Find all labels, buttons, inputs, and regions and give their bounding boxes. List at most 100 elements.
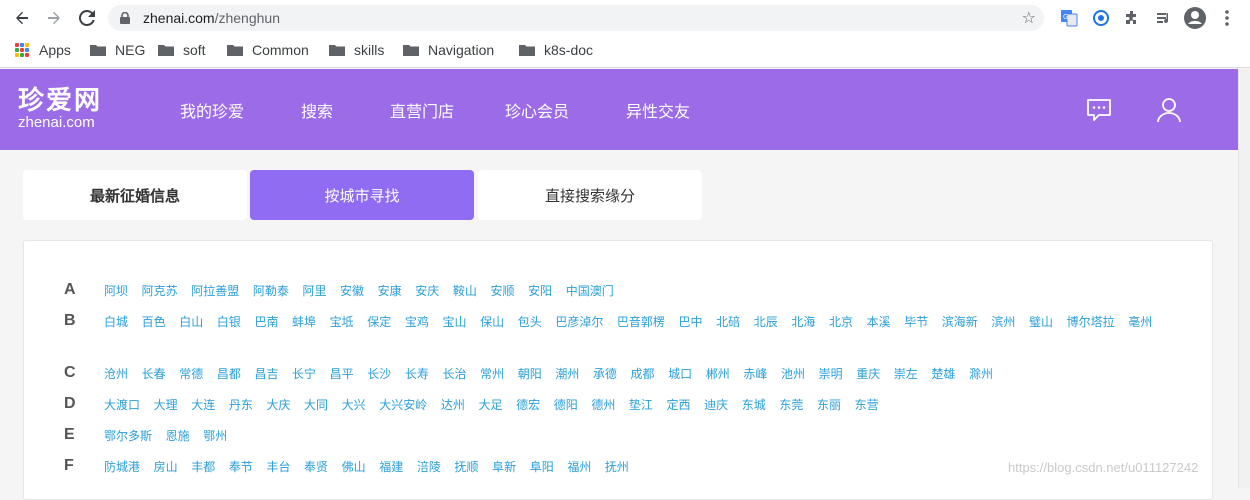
city-link[interactable]: 北碚	[716, 312, 740, 333]
city-link[interactable]: 丰都	[191, 457, 215, 478]
city-link[interactable]: 保定	[367, 312, 391, 333]
translate-extension-icon[interactable]: G	[1058, 7, 1080, 29]
nav-dating[interactable]: 异性交友	[626, 98, 690, 122]
city-link[interactable]: 长治	[442, 364, 466, 385]
city-link[interactable]: 大足	[478, 395, 502, 416]
city-link[interactable]: 安康	[378, 281, 402, 302]
city-link[interactable]: 阿里	[302, 281, 326, 302]
city-link[interactable]: 长沙	[367, 364, 391, 385]
city-link[interactable]: 北京	[829, 312, 853, 333]
city-link[interactable]: 阿拉善盟	[191, 281, 239, 302]
city-link[interactable]: 奉节	[229, 457, 253, 478]
city-link[interactable]: 鞍山	[453, 281, 477, 302]
city-link[interactable]: 北辰	[754, 312, 778, 333]
city-link[interactable]: 赤峰	[743, 364, 767, 385]
bookmark-k8s-doc[interactable]: k8s-doc	[519, 42, 593, 58]
city-link[interactable]: 东莞	[779, 395, 803, 416]
media-queue-icon[interactable]	[1153, 7, 1175, 29]
reload-button[interactable]	[75, 6, 99, 30]
page-scrollbar[interactable]	[1238, 69, 1250, 488]
city-link[interactable]: 大兴	[342, 395, 366, 416]
bookmark-navigation[interactable]: Navigation	[403, 42, 494, 58]
city-link[interactable]: 安庆	[415, 281, 439, 302]
bookmark-neg[interactable]: NEG	[90, 42, 145, 58]
city-link[interactable]: 大同	[304, 395, 328, 416]
city-link[interactable]: 白城	[104, 312, 128, 333]
tab-direct-search[interactable]: 直接搜索缘分	[478, 170, 702, 220]
city-link[interactable]: 安顺	[490, 281, 514, 302]
address-bar[interactable]: zhenai.com/zhenghun ☆	[108, 5, 1044, 31]
city-link[interactable]: 垫江	[629, 395, 653, 416]
city-link[interactable]: 安阳	[528, 281, 552, 302]
city-link[interactable]: 大连	[191, 395, 215, 416]
city-link[interactable]: 达州	[441, 395, 465, 416]
bookmark-skills[interactable]: skills	[329, 42, 384, 58]
back-button[interactable]	[10, 6, 34, 30]
city-link[interactable]: 宝鸡	[405, 312, 429, 333]
city-link[interactable]: 中国澳门	[566, 281, 614, 302]
city-link[interactable]: 长寿	[405, 364, 429, 385]
city-link[interactable]: 白银	[217, 312, 241, 333]
city-link[interactable]: 宝坻	[330, 312, 354, 333]
city-link[interactable]: 城口	[668, 364, 692, 385]
city-link[interactable]: 本溪	[867, 312, 891, 333]
city-link[interactable]: 恩施	[166, 426, 190, 447]
city-link[interactable]: 巴南	[254, 312, 278, 333]
city-link[interactable]: 昌吉	[254, 364, 278, 385]
city-link[interactable]: 池州	[781, 364, 805, 385]
city-link[interactable]: 崇左	[894, 364, 918, 385]
bookmark-star-icon[interactable]: ☆	[1022, 8, 1036, 27]
city-link[interactable]: 朝阳	[518, 364, 542, 385]
message-icon[interactable]	[1085, 96, 1113, 124]
city-link[interactable]: 巴音郭楞	[617, 312, 665, 333]
city-link[interactable]: 楚雄	[931, 364, 955, 385]
city-link[interactable]: 博尔塔拉	[1067, 312, 1115, 333]
city-link[interactable]: 大兴安岭	[379, 395, 427, 416]
city-link[interactable]: 滁州	[969, 364, 993, 385]
extension-icon[interactable]	[1090, 7, 1112, 29]
city-link[interactable]: 德宏	[516, 395, 540, 416]
city-link[interactable]: 防城港	[104, 457, 140, 478]
city-link[interactable]: 蚌埠	[292, 312, 316, 333]
city-link[interactable]: 巴彦淖尔	[555, 312, 603, 333]
site-logo[interactable]: 珍爱网 zhenai.com	[18, 87, 102, 131]
city-link[interactable]: 德阳	[554, 395, 578, 416]
city-link[interactable]: 东城	[742, 395, 766, 416]
city-link[interactable]: 丰台	[266, 457, 290, 478]
tab-by-city[interactable]: 按城市寻找	[250, 170, 474, 220]
city-link[interactable]: 阿坝	[104, 281, 128, 302]
city-link[interactable]: 承德	[593, 364, 617, 385]
city-link[interactable]: 昌都	[217, 364, 241, 385]
city-link[interactable]: 滨海新	[942, 312, 978, 333]
tab-latest-info[interactable]: 最新征婚信息	[23, 170, 247, 220]
city-link[interactable]: 毕节	[904, 312, 928, 333]
city-link[interactable]: 涪陵	[417, 457, 441, 478]
city-link[interactable]: 东丽	[817, 395, 841, 416]
bookmark-apps[interactable]: Apps	[15, 42, 71, 58]
city-link[interactable]: 定西	[667, 395, 691, 416]
city-link[interactable]: 阿克苏	[142, 281, 178, 302]
city-link[interactable]: 佛山	[342, 457, 366, 478]
city-link[interactable]: 东营	[855, 395, 879, 416]
city-link[interactable]: 保山	[480, 312, 504, 333]
city-link[interactable]: 安徽	[340, 281, 364, 302]
city-link[interactable]: 阜新	[492, 457, 516, 478]
city-link[interactable]: 宝山	[442, 312, 466, 333]
city-link[interactable]: 长宁	[292, 364, 316, 385]
city-link[interactable]: 巴中	[679, 312, 703, 333]
chrome-menu-icon[interactable]	[1216, 7, 1238, 29]
city-link[interactable]: 成都	[631, 364, 655, 385]
city-link[interactable]: 包头	[518, 312, 542, 333]
nav-search[interactable]: 搜索	[301, 98, 333, 122]
city-link[interactable]: 亳州	[1128, 312, 1152, 333]
city-link[interactable]: 房山	[154, 457, 178, 478]
city-link[interactable]: 崇明	[819, 364, 843, 385]
city-link[interactable]: 抚州	[605, 457, 629, 478]
city-link[interactable]: 沧州	[104, 364, 128, 385]
city-link[interactable]: 百色	[142, 312, 166, 333]
city-link[interactable]: 大渡口	[104, 395, 140, 416]
puzzle-extensions-icon[interactable]	[1121, 7, 1143, 29]
nav-membership[interactable]: 珍心会员	[505, 98, 569, 122]
city-link[interactable]: 郴州	[706, 364, 730, 385]
nav-my-zhenai[interactable]: 我的珍爱	[180, 98, 244, 122]
